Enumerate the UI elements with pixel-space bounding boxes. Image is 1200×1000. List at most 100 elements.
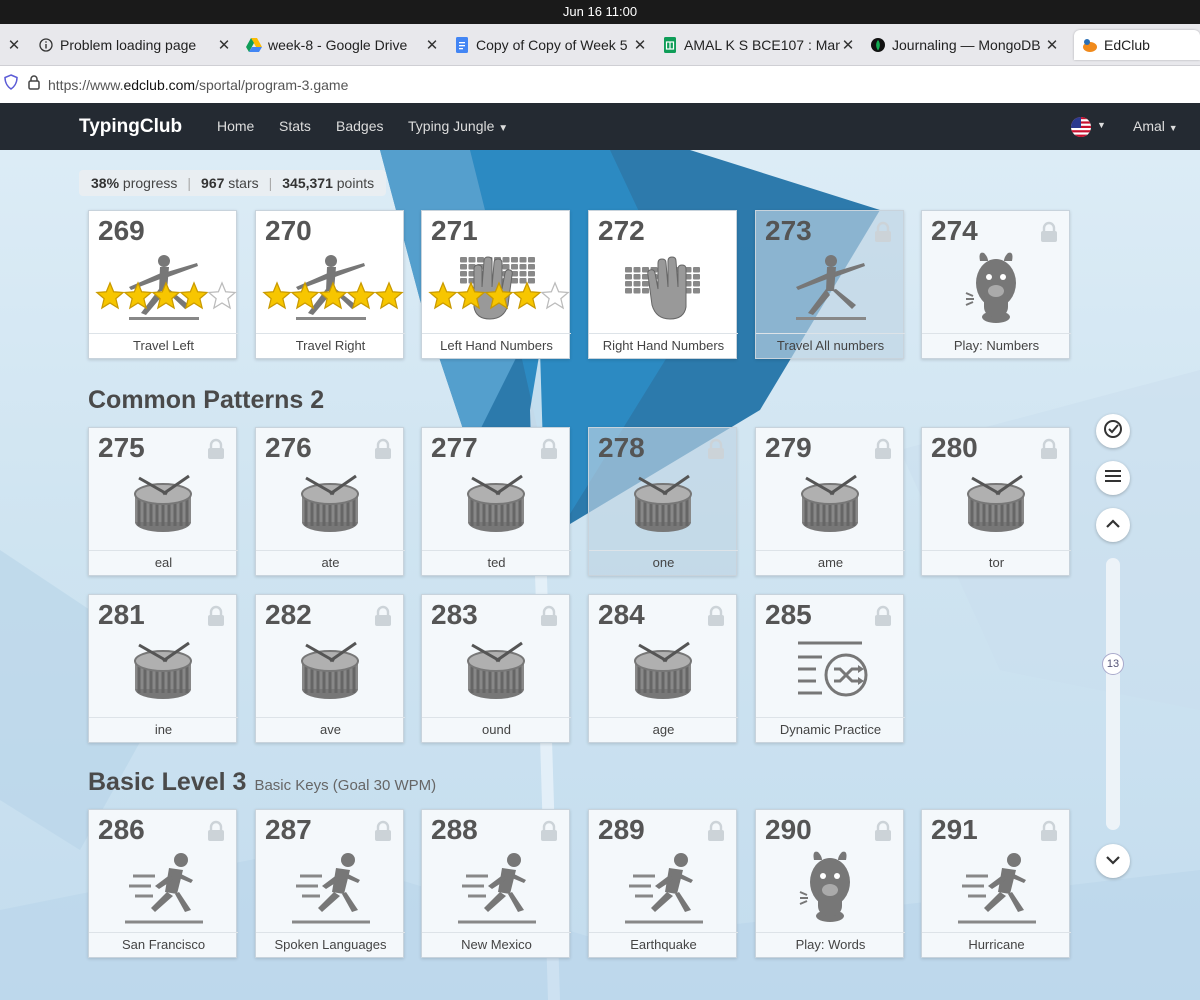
lesson-title: San Francisco <box>89 932 238 957</box>
lesson-title: age <box>589 717 738 742</box>
drive-icon <box>246 37 262 53</box>
scroll-down-button[interactable] <box>1096 844 1130 878</box>
brand-logo[interactable]: TypingClub <box>79 116 182 138</box>
address-bar[interactable]: https://www.edclub.com/sportal/program-3… <box>0 66 1200 104</box>
lesson-tile-282[interactable]: 282 ave <box>255 594 405 743</box>
lock-icon <box>539 438 559 465</box>
lesson-number: 287 <box>265 814 312 845</box>
close-icon[interactable]: ✕ <box>632 36 648 54</box>
tab-google-drive[interactable]: week-8 - Google Drive ✕ <box>246 30 446 60</box>
star-filled-icon <box>179 281 209 316</box>
lesson-tile-272[interactable]: 272 Right Hand Numbers <box>588 210 738 359</box>
tab-problem-loading[interactable]: Problem loading page ✕ <box>38 30 238 60</box>
nav-badges[interactable]: Badges <box>336 118 383 134</box>
drum-icon <box>422 464 571 548</box>
stars-label: stars <box>228 175 259 191</box>
stars-value: 967 <box>201 175 225 191</box>
url-prefix: https://www. <box>48 76 124 93</box>
program-map: 38% progress | 967 stars | 345,371 point… <box>0 150 1200 1000</box>
tab-close-icon[interactable]: ✕ <box>6 30 22 60</box>
lesson-tile-278[interactable]: 278 one <box>588 427 738 576</box>
close-icon[interactable]: ✕ <box>1044 36 1060 54</box>
star-filled-icon <box>456 281 486 316</box>
lesson-tile-287[interactable]: 287 Spoken Languages <box>255 809 405 958</box>
user-menu[interactable]: Amal ▼ <box>1133 118 1178 134</box>
star-empty-icon <box>540 281 570 316</box>
lesson-title: Left Hand Numbers <box>422 333 571 358</box>
lesson-tile-276[interactable]: 276 ate <box>255 427 405 576</box>
lesson-title: Hurricane <box>922 932 1071 957</box>
lesson-number: 291 <box>931 814 978 845</box>
scroll-up-button[interactable] <box>1096 508 1130 542</box>
lesson-tile-291[interactable]: 291 Hurricane <box>921 809 1071 958</box>
os-clock: Jun 16 11:00 <box>562 4 638 19</box>
lock-icon <box>1039 820 1059 847</box>
lesson-tile-273[interactable]: 273 Travel All numbers <box>755 210 905 359</box>
close-icon[interactable]: ✕ <box>424 36 440 54</box>
lesson-tile-281[interactable]: 281 ine <box>88 594 238 743</box>
scroll-track[interactable] <box>1106 558 1120 830</box>
lesson-tile-270[interactable]: 270 Travel Right <box>255 210 405 359</box>
lesson-number: 284 <box>598 599 645 630</box>
runner-icon <box>89 846 238 930</box>
lock-icon[interactable] <box>28 74 40 95</box>
lesson-tile-275[interactable]: 275 eal <box>88 427 238 576</box>
lesson-tile-286[interactable]: 286 San Francisco <box>88 809 238 958</box>
runner-icon <box>422 846 571 930</box>
runner-icon <box>922 846 1071 930</box>
close-icon[interactable]: ✕ <box>216 36 232 54</box>
star-empty-icon <box>207 281 237 316</box>
close-icon[interactable]: ✕ <box>840 36 856 54</box>
progress-check-button[interactable] <box>1096 414 1130 448</box>
lesson-title: ame <box>756 550 905 575</box>
nav-typing-jungle-label: Typing Jungle <box>408 118 495 134</box>
lock-icon <box>539 820 559 847</box>
tab-label: EdClub <box>1104 37 1150 53</box>
lesson-number: 270 <box>265 215 312 246</box>
lesson-tile-284[interactable]: 284 age <box>588 594 738 743</box>
lesson-tile-289[interactable]: 289 Earthquake <box>588 809 738 958</box>
shield-icon[interactable] <box>4 74 18 95</box>
nav-home[interactable]: Home <box>217 118 254 134</box>
tab-edclub[interactable]: EdClub <box>1074 30 1200 60</box>
lesson-number: 288 <box>431 814 478 845</box>
lesson-tile-283[interactable]: 283 ound <box>421 594 571 743</box>
tab-google-sheets[interactable]: AMAL K S BCE107 : Manif ✕ <box>662 30 862 60</box>
lesson-tile-285[interactable]: 285 Dynamic Practice <box>755 594 905 743</box>
tab-google-docs[interactable]: Copy of Copy of Week 5: ✕ <box>454 30 654 60</box>
lesson-tile-280[interactable]: 280 tor <box>921 427 1071 576</box>
scroll-position-badge[interactable]: 13 <box>1102 653 1124 675</box>
lock-icon <box>1039 221 1059 248</box>
mongodb-icon <box>870 37 886 53</box>
lesson-title: ound <box>422 717 571 742</box>
lesson-tile-274[interactable]: 274 Play: Numbers <box>921 210 1071 359</box>
lesson-tile-288[interactable]: 288 New Mexico <box>421 809 571 958</box>
url-text[interactable]: https://www.edclub.com/sportal/program-3… <box>48 77 348 93</box>
star-rating <box>428 281 570 316</box>
lesson-number: 281 <box>98 599 145 630</box>
language-flag-icon[interactable] <box>1071 117 1091 142</box>
caret-down-icon: ▼ <box>498 123 509 134</box>
lesson-tile-290[interactable]: 290 Play: Words <box>755 809 905 958</box>
points-label: points <box>336 175 375 191</box>
caret-down-icon[interactable]: ▼ <box>1097 120 1106 130</box>
nav-typing-jungle[interactable]: Typing Jungle ▼ <box>408 118 508 134</box>
star-rating <box>95 281 237 316</box>
tab-mongodb[interactable]: Journaling — MongoDB / ✕ <box>870 30 1066 60</box>
lesson-title: New Mexico <box>422 932 571 957</box>
lesson-tile-271[interactable]: 271 Left Hand Numbers <box>421 210 571 359</box>
lesson-number: 283 <box>431 599 478 630</box>
lesson-title: Spoken Languages <box>256 932 405 957</box>
lesson-tile-277[interactable]: 277 ted <box>421 427 571 576</box>
progress-label: progress <box>122 175 178 191</box>
lesson-title: ted <box>422 550 571 575</box>
nav-stats[interactable]: Stats <box>279 118 311 134</box>
lesson-tile-279[interactable]: 279 ame <box>755 427 905 576</box>
star-filled-icon <box>290 281 320 316</box>
menu-button[interactable] <box>1096 461 1130 495</box>
lesson-number: 269 <box>98 215 145 246</box>
lesson-title: ave <box>256 717 405 742</box>
lesson-number: 285 <box>765 599 812 630</box>
lesson-tile-269[interactable]: 269 Travel Left <box>88 210 238 359</box>
tab-label: Journaling — MongoDB / <box>892 37 1042 53</box>
